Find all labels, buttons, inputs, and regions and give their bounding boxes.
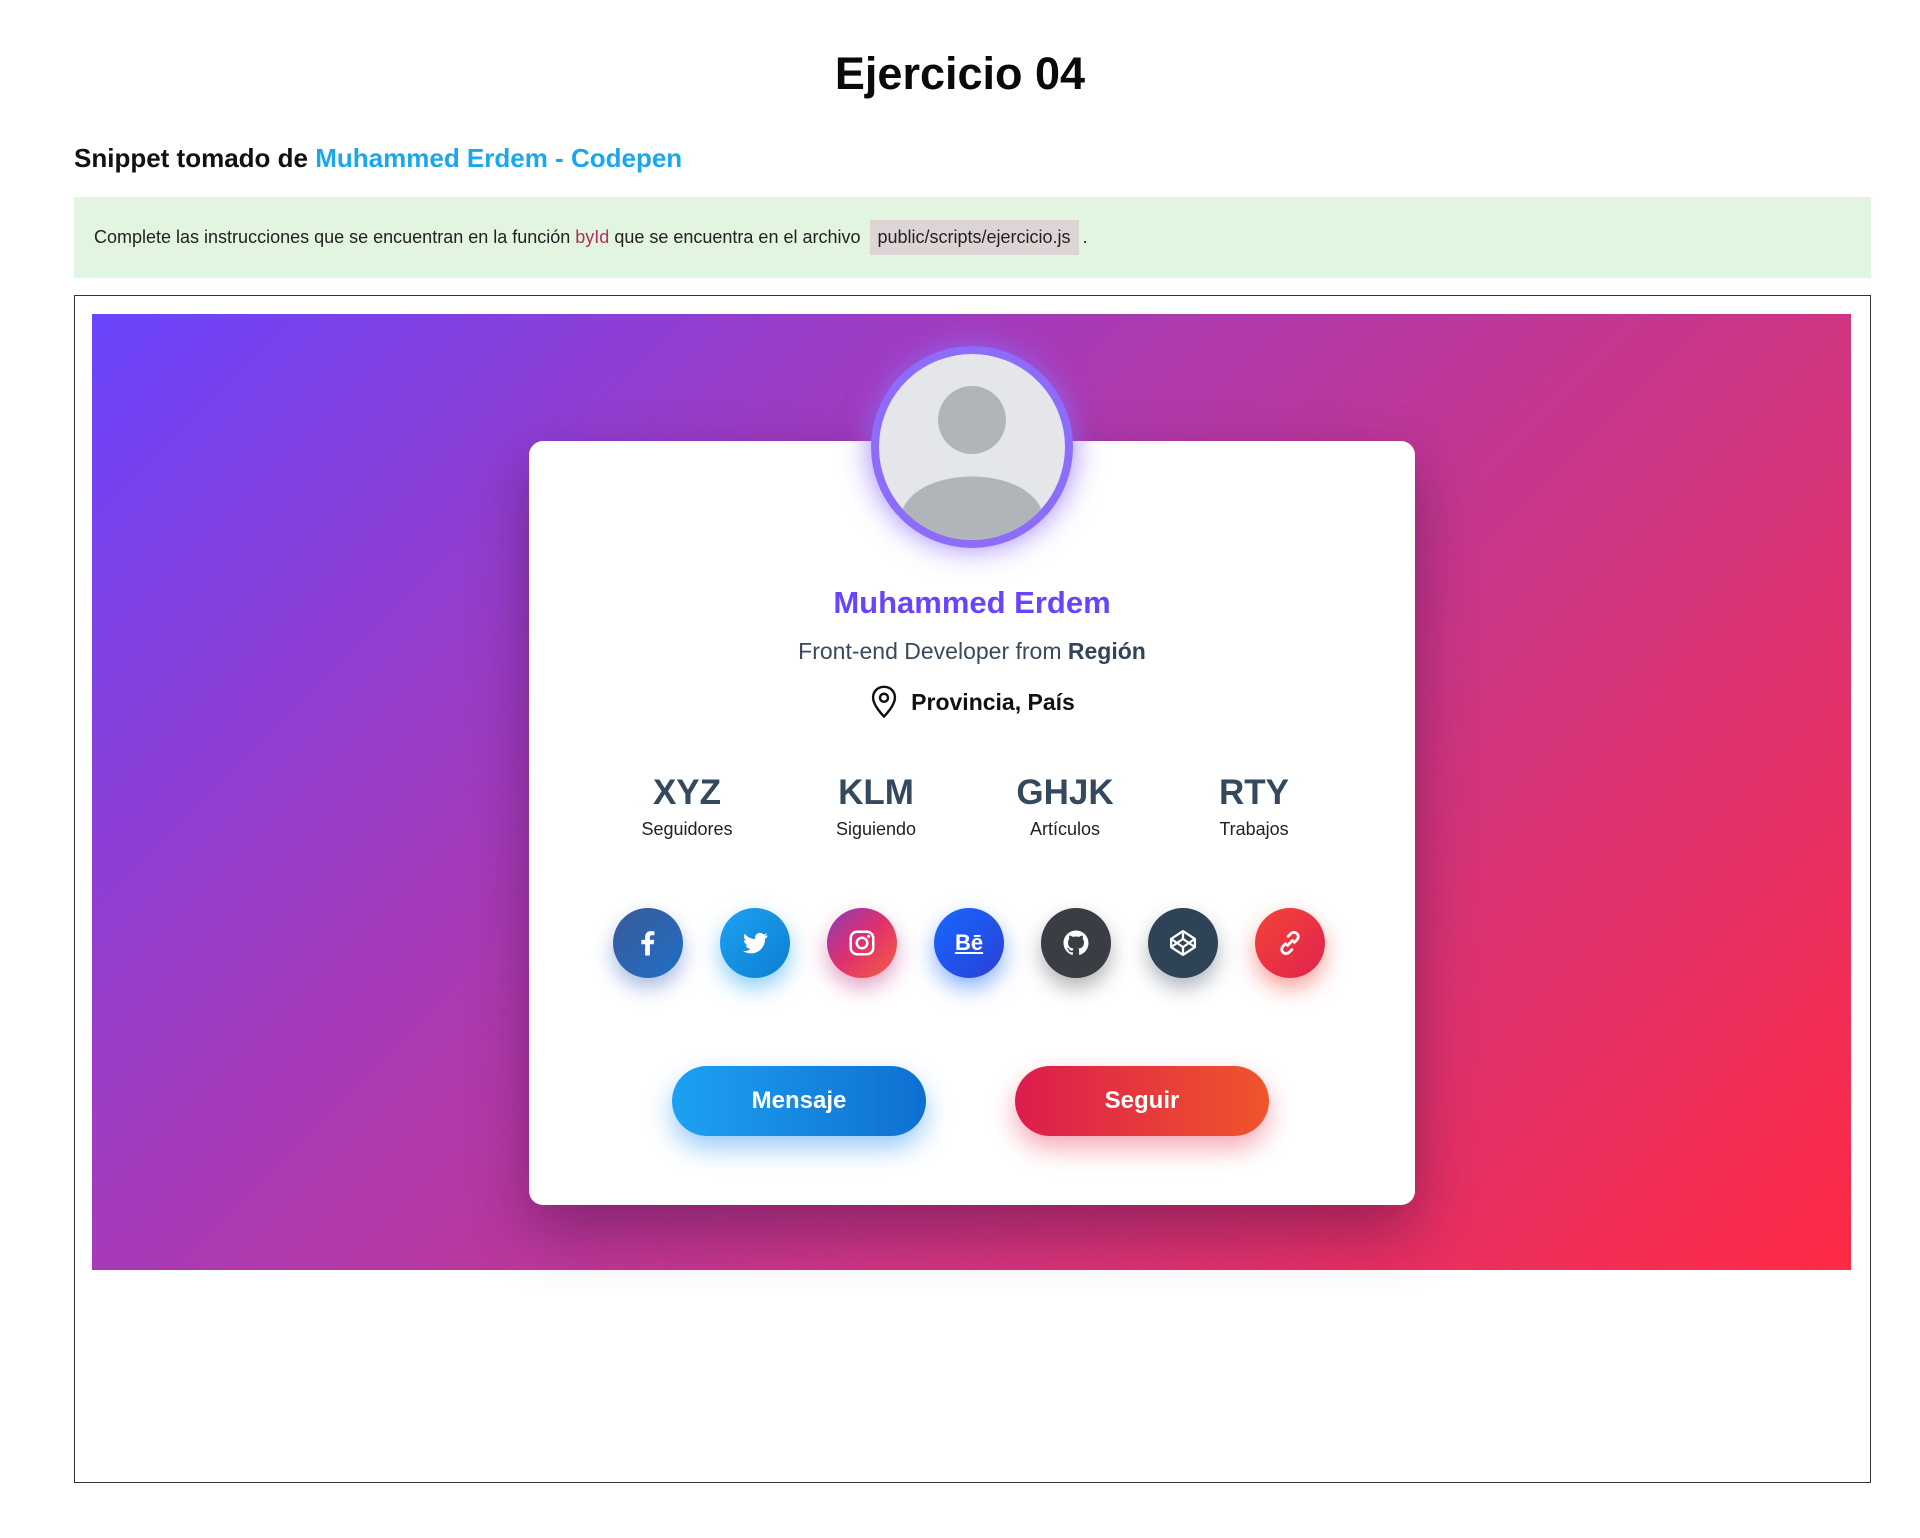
page-title: Ejercicio 04: [834, 48, 1086, 99]
stat-articles: GHJK Artículos: [975, 773, 1155, 840]
profile-stats: XYZ Seguidores KLM Siguiendo GHJK Artícu…: [599, 773, 1359, 853]
notice-text-end: .: [1082, 227, 1088, 247]
stat-value: XYZ: [652, 773, 722, 812]
notice-function-name: byId: [575, 227, 610, 247]
stat-label: Siguiendo: [835, 819, 917, 839]
notice-file-path: public/scripts/ejercicio.js: [869, 220, 1079, 255]
avatar: [871, 346, 1073, 548]
instructions-notice: Complete las instrucciones que se encuen…: [74, 197, 1871, 278]
codepen-link[interactable]: Muhammed Erdem - Codepen: [315, 143, 682, 173]
profile-name: Muhammed Erdem: [833, 585, 1111, 620]
stat-followers: XYZ Seguidores: [597, 773, 777, 840]
behance-icon: Bē: [954, 930, 984, 955]
role-region: Región: [1067, 638, 1146, 664]
location-text: Provincia, País: [911, 688, 1075, 715]
website-link-button[interactable]: [1255, 908, 1325, 978]
codepen-icon: [1170, 930, 1196, 956]
codepen-button[interactable]: [1148, 908, 1218, 978]
instagram-button[interactable]: [827, 908, 897, 978]
notice-text-middle: que se encuentra en el archivo: [614, 227, 861, 247]
map-pin-icon: [872, 685, 897, 719]
stat-label: Artículos: [1029, 819, 1101, 839]
stat-value: KLM: [838, 773, 914, 812]
snippet-heading: Snippet tomado de Muhammed Erdem - Codep…: [74, 143, 682, 174]
behance-button[interactable]: Bē: [934, 908, 1004, 978]
twitter-icon: [742, 932, 768, 954]
facebook-icon: [641, 931, 655, 956]
stat-following: KLM Siguiendo: [786, 773, 966, 840]
user-placeholder-icon: [901, 386, 1043, 540]
message-button[interactable]: Mensaje: [672, 1066, 926, 1136]
role-text: Front-end Developer from: [798, 638, 1062, 664]
profile-role: Front-end Developer from Región: [529, 638, 1415, 665]
github-button[interactable]: [1041, 908, 1111, 978]
profile-location: Provincia, País: [529, 685, 1415, 719]
notice-text-before: Complete las instrucciones que se encuen…: [94, 227, 571, 247]
link-icon: [1280, 931, 1300, 955]
stat-value: RTY: [1219, 773, 1289, 812]
instagram-icon: [849, 930, 875, 956]
snippet-prefix: Snippet tomado de: [74, 143, 308, 173]
stat-label: Seguidores: [641, 819, 733, 839]
twitter-button[interactable]: [720, 908, 790, 978]
follow-button[interactable]: Seguir: [1015, 1066, 1269, 1136]
github-icon: [1063, 930, 1089, 955]
stat-value: GHJK: [1016, 773, 1114, 812]
stat-works: RTY Trabajos: [1164, 773, 1344, 840]
stat-label: Trabajos: [1219, 819, 1289, 839]
facebook-button[interactable]: [613, 908, 683, 978]
